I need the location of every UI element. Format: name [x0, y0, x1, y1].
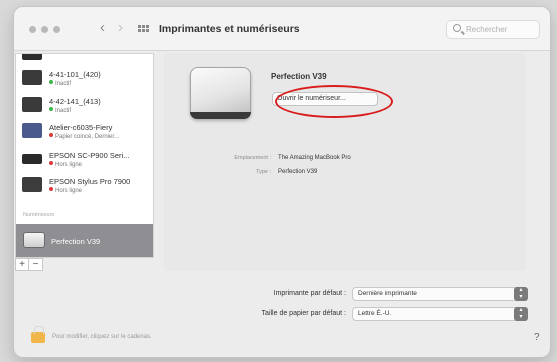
minimize-window-button[interactable]: [41, 26, 48, 33]
list-edit-buttons: + −: [15, 258, 43, 271]
search-icon: [453, 24, 461, 32]
window-title: Imprimantes et numériseurs: [159, 23, 300, 35]
scanner-large-icon: [190, 67, 251, 119]
lock-message: Pour modifier, cliquez sur le cadenas.: [52, 334, 152, 340]
remove-printer-button[interactable]: −: [29, 259, 42, 270]
popup-chevron-icon: ▴ ▾: [514, 287, 528, 301]
printer-name: EPSON Stylus Pro 7900: [49, 177, 131, 186]
show-all-grid-icon[interactable]: [138, 25, 149, 34]
type-value: Perfection V39: [278, 169, 318, 175]
scanners-section-header: Numériseurs: [23, 212, 55, 218]
printer-status: Inactif: [49, 107, 71, 114]
printer-item[interactable]: Atelier-c6035-Fiery Papier coincé, Derni…: [16, 120, 153, 144]
lock-icon[interactable]: [31, 326, 45, 343]
printer-icon: [22, 154, 42, 164]
default-paper-popup[interactable]: Lettre É.-U. ▴ ▾: [352, 307, 528, 321]
close-window-button[interactable]: [29, 26, 36, 33]
printer-status: Hors ligne: [49, 161, 82, 168]
printer-icon: [22, 70, 42, 85]
default-paper-value: Lettre É.-U.: [358, 310, 392, 317]
highlight-circle-annotation: [275, 85, 393, 118]
printer-status: Hors ligne: [49, 187, 82, 194]
default-printer-popup[interactable]: Dernière imprimante ▴ ▾: [352, 287, 528, 301]
default-printer-value: Dernière imprimante: [358, 290, 417, 297]
printer-icon: [22, 123, 42, 138]
printer-item[interactable]: EPSON SC-P900 Seri... Hors ligne: [16, 148, 153, 172]
printer-item[interactable]: 4-41-101_(420) Inactif: [16, 67, 153, 91]
status-dot-icon: [49, 187, 53, 191]
type-label: Type :: [256, 169, 271, 175]
printer-list[interactable]: 4-41-101_(420) Inactif 4-42-141_(413) In…: [15, 53, 154, 258]
zoom-window-button[interactable]: [53, 26, 60, 33]
forward-button[interactable]: ›: [118, 19, 123, 37]
toolbar: ‹ › Imprimantes et numériseurs Recherche…: [14, 7, 550, 51]
printer-item[interactable]: EPSON Stylus Pro 7900 Hors ligne: [16, 174, 153, 198]
printer-icon: [22, 177, 42, 192]
scanner-icon: [23, 232, 45, 248]
location-value: The Amazing MacBook Pro: [278, 155, 351, 161]
printer-item[interactable]: [16, 54, 153, 66]
printer-name: Atelier-c6035-Fiery: [49, 123, 113, 132]
search-field[interactable]: Rechercher: [446, 20, 540, 39]
default-printer-label: Imprimante par défaut :: [273, 290, 346, 297]
status-dot-icon: [49, 161, 53, 165]
printer-name: 4-42-141_(413): [49, 97, 101, 106]
search-placeholder: Rechercher: [466, 25, 508, 34]
default-paper-label: Taille de papier par défaut :: [261, 310, 346, 317]
device-name: Perfection V39: [271, 72, 327, 81]
printer-name: 4-41-101_(420): [49, 70, 101, 79]
help-button[interactable]: ?: [534, 332, 540, 343]
location-label: Emplacement :: [234, 155, 271, 161]
printer-name: EPSON SC-P900 Seri...: [49, 151, 130, 160]
printer-status: Papier coincé, Dernier...: [49, 133, 119, 140]
printer-icon: [22, 97, 42, 112]
status-dot-icon: [49, 80, 53, 84]
scanner-name: Perfection V39: [51, 237, 101, 246]
back-button[interactable]: ‹: [100, 19, 105, 37]
printer-item[interactable]: 4-42-141_(413) Inactif: [16, 94, 153, 118]
printer-icon: [22, 54, 42, 60]
popup-chevron-icon: ▴ ▾: [514, 307, 528, 321]
scanner-item-selected[interactable]: Perfection V39: [16, 224, 153, 257]
add-printer-button[interactable]: +: [16, 259, 30, 270]
printer-status: Inactif: [49, 80, 71, 87]
status-dot-icon: [49, 133, 53, 137]
status-dot-icon: [49, 107, 53, 111]
